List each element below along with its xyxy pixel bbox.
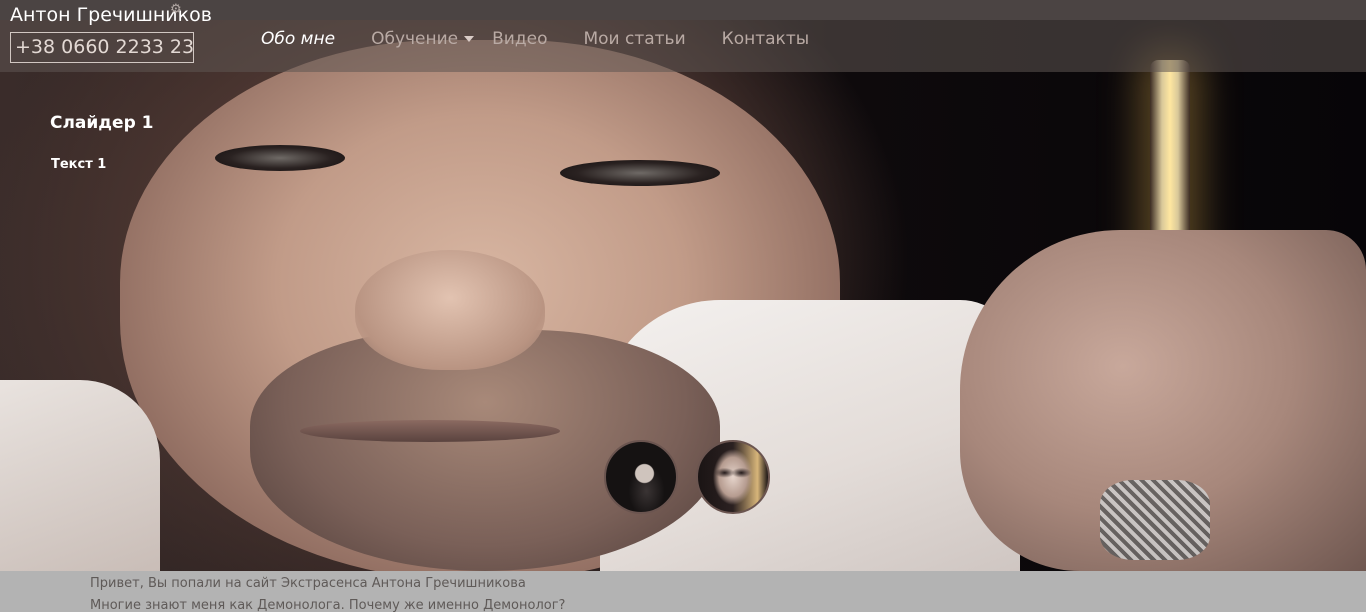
caret-down-icon bbox=[464, 36, 475, 42]
hero-slider-image bbox=[0, 0, 1366, 571]
phone-number[interactable]: +38 0660 2233 23 bbox=[10, 32, 194, 63]
hero-mouth bbox=[300, 420, 560, 442]
slider-thumbnail-1[interactable] bbox=[604, 440, 678, 514]
nav-item-video[interactable]: Видео bbox=[492, 29, 547, 49]
page: Антон Гречишников ⚙ +38 0660 2233 23 Обо… bbox=[0, 0, 1366, 612]
site-title[interactable]: Антон Гречишников bbox=[10, 4, 212, 26]
hero-ring bbox=[1100, 480, 1210, 560]
slide-text: Текст 1 bbox=[51, 157, 107, 172]
gear-icon: ⚙ bbox=[170, 2, 182, 17]
slider-thumbnail-2[interactable] bbox=[696, 440, 770, 514]
hero-left-eye bbox=[215, 145, 345, 171]
intro-line-1: Привет, Вы попали на сайт Экстрасенса Ан… bbox=[90, 576, 526, 591]
intro-line-2: Многие знают меня как Демонолога. Почему… bbox=[90, 598, 566, 612]
hero-collar bbox=[0, 380, 160, 571]
hero-nose bbox=[355, 250, 545, 370]
slide-title: Слайдер 1 bbox=[50, 113, 154, 133]
nav-item-about[interactable]: Обо мне bbox=[261, 29, 335, 49]
nav-item-articles[interactable]: Мои статьи bbox=[583, 29, 685, 49]
intro-content: Привет, Вы попали на сайт Экстрасенса Ан… bbox=[0, 571, 1366, 612]
nav-item-contacts[interactable]: Контакты bbox=[722, 29, 810, 49]
hero-right-eye bbox=[560, 160, 720, 186]
nav-item-training-label: Обучение bbox=[371, 29, 459, 49]
nav-item-training[interactable]: Обучение bbox=[371, 29, 475, 49]
main-nav: Обо мне Обучение Видео Мои статьи Контак… bbox=[261, 27, 809, 51]
